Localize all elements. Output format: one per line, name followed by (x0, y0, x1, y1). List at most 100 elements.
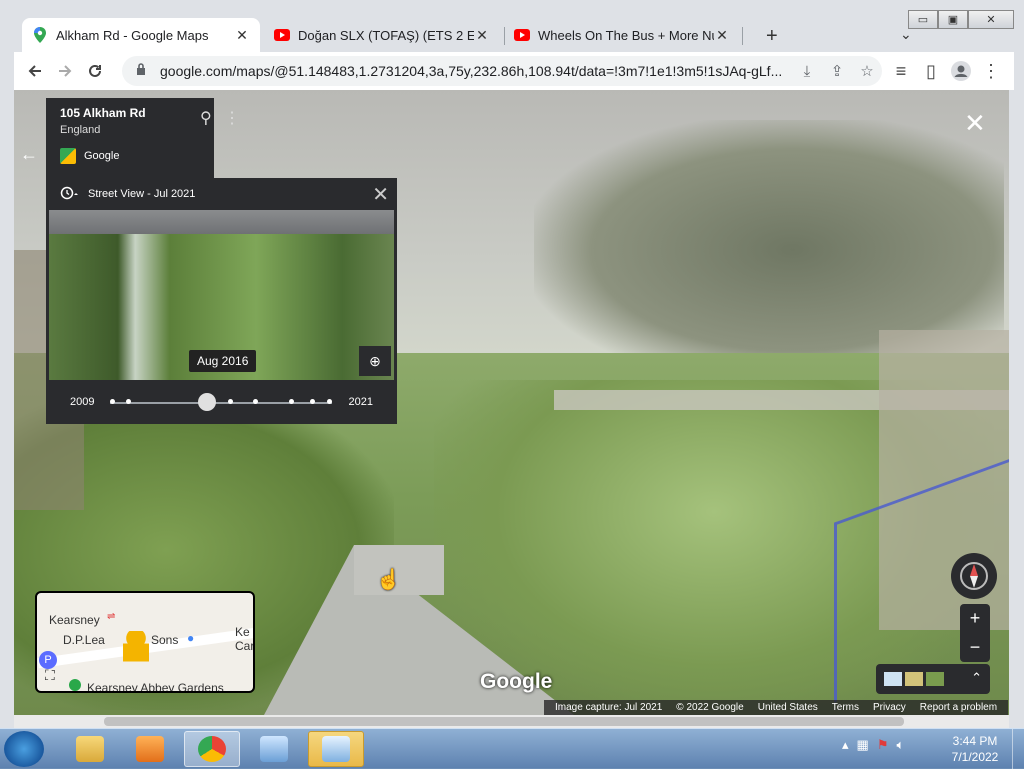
side-panel-icon[interactable]: ▯ (916, 56, 946, 86)
close-icon[interactable]: ✕ (372, 182, 389, 207)
maximize-button[interactable]: ▣ (938, 10, 968, 29)
google-maps-logo-icon (60, 148, 76, 164)
slider-date-dot[interactable] (289, 399, 294, 404)
youtube-logo-icon (514, 27, 530, 43)
new-tab-button[interactable]: + (766, 25, 778, 48)
window-controls: ▭ ▣ ✕ (908, 10, 1014, 29)
show-hidden-icons-icon[interactable]: ▴ (842, 737, 849, 753)
kebab-menu-icon[interactable]: ⋮ (976, 56, 1006, 86)
mini-map[interactable]: Kearsney ⇌ D.P.Lea Sons ● Ke Car P ⛶ Kea… (35, 591, 255, 693)
share-icon[interactable]: ⇪ (822, 62, 852, 80)
close-tab-icon[interactable]: ✕ (474, 27, 490, 44)
tab-google-maps[interactable]: Alkham Rd - Google Maps ✕ (22, 18, 260, 52)
zoom-in-magnifier-icon[interactable]: ⊕ (359, 346, 391, 376)
zoom-in-button[interactable]: + (960, 604, 990, 633)
zoom-control: + − (960, 604, 990, 662)
expand-map-icon[interactable]: ⛶ (45, 667, 55, 684)
tab-youtube-dogan[interactable]: Doğan SLX (TOFAŞ) (ETS 2 EDİT) · ✕ (264, 18, 500, 52)
close-street-view-icon[interactable]: ✕ (964, 108, 986, 139)
slider-date-dot[interactable] (253, 399, 258, 404)
layer-thumbnail[interactable] (926, 672, 944, 686)
forward-arrow-icon[interactable] (50, 56, 80, 86)
more-options-icon[interactable]: ⋮ (224, 108, 240, 128)
start-button-windows-icon[interactable] (4, 731, 44, 767)
report-problem-link[interactable]: Report a problem (920, 702, 997, 713)
time-machine-thumbnail[interactable]: Aug 2016 ⊕ (49, 210, 394, 380)
slider-track[interactable] (110, 402, 332, 404)
close-tab-icon[interactable]: ✕ (714, 27, 730, 44)
horizontal-scrollbar[interactable] (14, 715, 1009, 728)
compass-icon[interactable] (951, 553, 997, 599)
place-source: Google (60, 148, 200, 164)
tab-separator (742, 27, 743, 45)
copyright: © 2022 Google (676, 702, 744, 713)
layer-thumbnail[interactable] (905, 672, 923, 686)
slider-knob[interactable] (198, 393, 216, 411)
scrollbar-thumb[interactable] (104, 717, 904, 726)
action-center-flag-icon[interactable]: ⚑ (877, 737, 889, 753)
tab-title: Alkham Rd - Google Maps (56, 27, 209, 43)
tab-youtube-wheels[interactable]: Wheels On The Bus + More Nurs ✕ (504, 18, 740, 52)
slider-date-dot[interactable] (126, 399, 131, 404)
terms-link[interactable]: Terms (832, 702, 859, 713)
back-arrow-icon[interactable] (20, 56, 50, 86)
pegman-icon[interactable] (123, 631, 149, 667)
taskbar-task-app[interactable] (308, 731, 364, 767)
taskbar-clock[interactable]: 3:44 PM 7/1/2022 (940, 733, 1010, 765)
minimize-button[interactable]: ▭ (908, 10, 938, 29)
close-window-button[interactable]: ✕ (968, 10, 1014, 29)
slider-date-dot[interactable] (327, 399, 332, 404)
slider-date-dot[interactable] (110, 399, 115, 404)
media-controls-icon[interactable]: ≡ (886, 56, 916, 86)
media-player-icon (136, 736, 164, 762)
region-link[interactable]: United States (758, 702, 818, 713)
expand-up-icon[interactable]: ⌃ (971, 670, 982, 686)
map-label: Kearsney (49, 613, 100, 627)
bookmark-star-icon[interactable]: ☆ (852, 62, 882, 80)
show-desktop-button[interactable] (1012, 729, 1024, 769)
taskbar: ▴ ▦ ⚑ 🔈︎ 3:44 PM 7/1/2022 (0, 728, 1024, 769)
thumbnail-date-tooltip: Aug 2016 (189, 350, 257, 372)
slider-start-year: 2009 (70, 396, 95, 408)
taskbar-file-explorer[interactable] (62, 731, 118, 767)
clock-date: 7/1/2022 (951, 750, 999, 764)
reload-icon[interactable] (80, 56, 110, 86)
map-footer: Image capture: Jul 2021 © 2022 Google Un… (544, 700, 1009, 715)
address-bar[interactable]: google.com/maps/@51.148483,1.2731204,3a,… (122, 56, 882, 86)
tab-title: Wheels On The Bus + More Nurs (538, 27, 714, 43)
control-panel-icon (260, 736, 288, 762)
system-tray: ▴ ▦ ⚑ 🔈︎ (842, 737, 904, 753)
privacy-link[interactable]: Privacy (873, 702, 906, 713)
place-card: 105 Alkham Rd England Google ⚲ ⋮ (46, 98, 240, 178)
task-icon (322, 736, 350, 762)
network-icon[interactable]: ▦ (857, 737, 869, 753)
rail-station-icon: ⇌ (107, 611, 116, 622)
slider-date-dot[interactable] (310, 399, 315, 404)
clock-time: 3:44 PM (952, 734, 998, 748)
close-tab-icon[interactable]: ✕ (234, 27, 250, 44)
google-watermark: Google (480, 670, 553, 693)
browser-window: Alkham Rd - Google Maps ✕ Doğan SLX (TOF… (0, 0, 1024, 728)
profile-avatar-icon[interactable] (946, 56, 976, 86)
google-maps-pin-icon (32, 27, 48, 43)
shopping-bag-icon: ● (187, 631, 195, 645)
hand-cursor-icon: ☝ (376, 569, 401, 591)
slider-date-dot[interactable] (228, 399, 233, 404)
time-machine-header[interactable]: Street View - Jul 2021 (46, 178, 397, 210)
taskbar-media-player[interactable] (122, 731, 178, 767)
back-arrow-icon[interactable]: ← (20, 144, 38, 165)
install-icon[interactable]: ⤓ (792, 63, 822, 80)
history-clock-icon (60, 186, 78, 203)
map-pin-icon[interactable]: ⚲ (200, 108, 212, 128)
taskbar-control-panel[interactable] (246, 731, 302, 767)
time-machine-slider[interactable]: 2009 2021 (46, 390, 397, 414)
zoom-out-button[interactable]: − (960, 633, 990, 662)
park-marker-icon (69, 679, 81, 691)
image-capture-date: Image capture: Jul 2021 (555, 702, 663, 713)
thumbnail-bridge-beam (49, 210, 394, 234)
street-view-viewport[interactable]: ☝ 105 Alkham Rd England Google ⚲ ⋮ ← ✕ S… (14, 90, 1009, 715)
layer-thumbnail[interactable] (884, 672, 902, 686)
layers-control[interactable]: ⌃ (876, 664, 990, 694)
taskbar-chrome[interactable] (184, 731, 240, 767)
volume-icon[interactable]: 🔈︎ (896, 737, 904, 753)
